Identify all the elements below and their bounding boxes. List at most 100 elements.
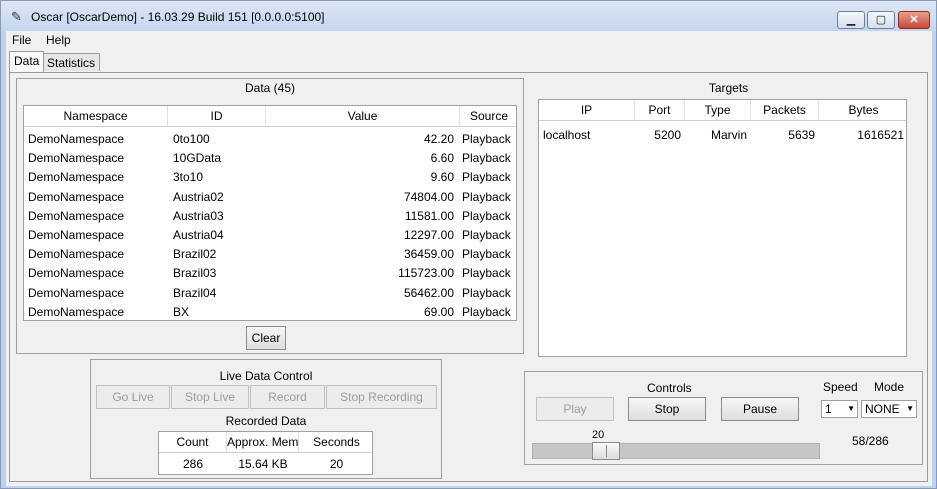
- table-row[interactable]: DemoNamespace 10GData 6.60 Playback: [24, 149, 516, 168]
- row-value: 9.60: [430, 170, 454, 185]
- target-type: Marvin: [710, 128, 747, 142]
- live-control-group: Live Data Control Go Live Stop Live Reco…: [90, 359, 442, 479]
- menu-bar: File Help: [6, 31, 932, 49]
- minimize-button[interactable]: ▁: [837, 11, 865, 29]
- col-port[interactable]: Port: [635, 100, 685, 121]
- data-list[interactable]: Namespace ID Value Source DemoNamespace 0…: [23, 105, 517, 321]
- rec-mem-value: 15.64 KB: [238, 457, 288, 471]
- tab-data[interactable]: Data: [9, 51, 45, 72]
- menu-file[interactable]: File: [12, 33, 31, 47]
- row-id: 3to10: [173, 170, 204, 185]
- pause-button[interactable]: Pause: [721, 397, 799, 421]
- row-namespace: DemoNamespace: [28, 189, 125, 204]
- row-id: Austria02: [173, 189, 224, 204]
- maximize-button[interactable]: ▢: [867, 11, 895, 29]
- live-control-title: Live Data Control: [219, 369, 313, 383]
- table-row[interactable]: DemoNamespace Austria03 11581.00 Playback: [24, 207, 516, 226]
- targets-group-title: Targets: [708, 81, 749, 95]
- tab-statistics[interactable]: Statistics: [42, 53, 101, 71]
- recorded-data-title: Recorded Data: [225, 414, 307, 428]
- go-live-button[interactable]: Go Live: [96, 385, 170, 409]
- table-row[interactable]: localhost 5200 Marvin 5639 1616521: [539, 126, 906, 145]
- row-source: Playback: [462, 304, 511, 319]
- mode-label: Mode: [874, 380, 905, 394]
- speed-label: Speed: [823, 380, 858, 394]
- speed-value: 1: [825, 402, 832, 416]
- table-row[interactable]: DemoNamespace Austria02 74804.00 Playback: [24, 188, 516, 207]
- row-source: Playback: [462, 247, 511, 262]
- chevron-down-icon: ▼: [906, 404, 914, 413]
- position-slider[interactable]: [532, 442, 820, 460]
- row-source: Playback: [462, 266, 511, 281]
- col-source[interactable]: Source: [460, 106, 516, 127]
- col-packets[interactable]: Packets: [751, 100, 819, 121]
- row-namespace: DemoNamespace: [28, 266, 125, 281]
- row-source: Playback: [462, 189, 511, 204]
- stop-recording-button[interactable]: Stop Recording: [326, 385, 437, 409]
- rec-col-count: Count: [159, 432, 227, 453]
- col-type[interactable]: Type: [685, 100, 751, 121]
- speed-select[interactable]: 1 ▼: [821, 400, 858, 418]
- row-source: Playback: [462, 151, 511, 166]
- row-id: Brazil02: [173, 247, 217, 262]
- client-area: File Help Data Statistics Data (45) Name…: [6, 31, 932, 486]
- row-value: 74804.00: [403, 189, 454, 204]
- minimize-icon: ▁: [846, 14, 856, 26]
- targets-list[interactable]: IP Port Type Packets Bytes localhost 520…: [538, 99, 907, 357]
- record-button[interactable]: Record: [250, 385, 325, 409]
- table-row[interactable]: DemoNamespace Brazil02 36459.00 Playback: [24, 245, 516, 264]
- table-row[interactable]: DemoNamespace Austria04 12297.00 Playback: [24, 226, 516, 245]
- window-title: Oscar [OscarDemo] - 16.03.29 Build 151 […: [31, 10, 325, 24]
- targets-list-header: IP Port Type Packets Bytes: [539, 100, 906, 121]
- data-list-header: Namespace ID Value Source: [24, 106, 516, 127]
- row-namespace: DemoNamespace: [28, 247, 125, 262]
- slider-value-label: 20: [592, 429, 605, 441]
- row-value: 56462.00: [403, 285, 454, 300]
- col-bytes[interactable]: Bytes: [819, 100, 906, 121]
- stop-button[interactable]: Stop: [628, 397, 706, 421]
- table-row[interactable]: DemoNamespace 0to100 42.20 Playback: [24, 130, 516, 149]
- row-namespace: DemoNamespace: [28, 208, 125, 223]
- target-bytes: 1616521: [857, 128, 904, 142]
- rec-col-mem: Approx. Mem: [227, 432, 299, 453]
- row-namespace: DemoNamespace: [28, 228, 125, 242]
- play-button[interactable]: Play: [536, 397, 614, 421]
- target-ip: localhost: [543, 128, 591, 142]
- row-value: 42.20: [423, 132, 454, 146]
- row-source: Playback: [462, 228, 511, 242]
- rec-col-seconds: Seconds: [299, 432, 372, 453]
- col-namespace[interactable]: Namespace: [24, 106, 168, 127]
- row-value: 6.60: [430, 151, 454, 166]
- menu-help[interactable]: Help: [46, 33, 71, 47]
- slider-thumb[interactable]: [592, 442, 620, 460]
- row-value: 36459.00: [403, 247, 454, 262]
- row-source: Playback: [462, 132, 511, 146]
- stop-live-button[interactable]: Stop Live: [171, 385, 249, 409]
- table-row[interactable]: DemoNamespace 3to10 9.60 Playback: [24, 168, 516, 187]
- row-id: Austria04: [173, 228, 224, 242]
- row-source: Playback: [462, 170, 511, 185]
- col-value[interactable]: Value: [266, 106, 460, 127]
- close-button[interactable]: ✕: [898, 11, 930, 29]
- clear-button[interactable]: Clear: [246, 326, 286, 350]
- col-id[interactable]: ID: [168, 106, 266, 127]
- row-id: Austria03: [173, 208, 224, 223]
- table-row[interactable]: DemoNamespace Brazil03 115723.00 Playback: [24, 264, 516, 283]
- row-source: Playback: [462, 285, 511, 300]
- row-namespace: DemoNamespace: [28, 304, 125, 319]
- row-id: Brazil04: [173, 285, 217, 300]
- table-row[interactable]: DemoNamespace BX 69.00 Playback: [24, 303, 516, 320]
- col-ip[interactable]: IP: [539, 100, 635, 121]
- mode-value: NONE: [865, 402, 900, 416]
- recorded-data-table: Count Approx. Mem Seconds 286 15.64 KB 2…: [158, 431, 373, 475]
- mode-select[interactable]: NONE ▼: [861, 400, 917, 418]
- progress-counter: 58/286: [852, 434, 889, 448]
- row-namespace: DemoNamespace: [28, 285, 125, 300]
- close-icon: ✕: [909, 14, 919, 26]
- rec-seconds-value: 20: [329, 457, 344, 471]
- chevron-down-icon: ▼: [847, 404, 855, 413]
- tab-pane-data: Data (45) Namespace ID Value Source Demo…: [9, 72, 928, 482]
- table-row[interactable]: DemoNamespace Brazil04 56462.00 Playback: [24, 284, 516, 303]
- row-namespace: DemoNamespace: [28, 170, 125, 185]
- title-bar[interactable]: ✎ Oscar [OscarDemo] - 16.03.29 Build 151…: [1, 1, 936, 31]
